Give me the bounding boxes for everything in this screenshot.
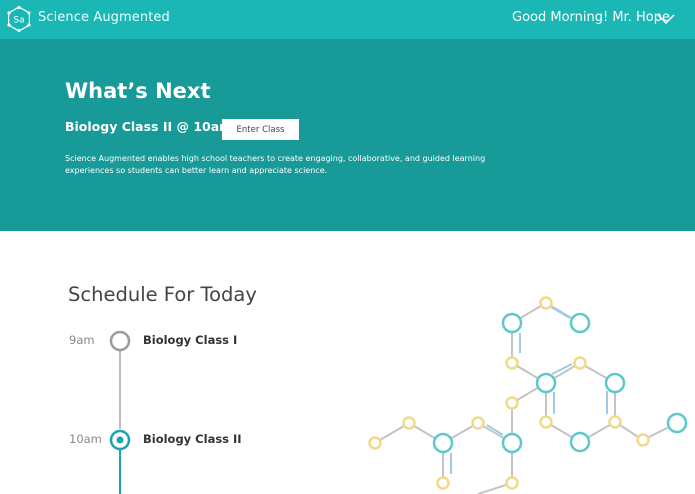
logo-icon[interactable]: Sa <box>6 6 32 32</box>
logo-text: Sa <box>13 16 24 26</box>
molecule-illustration <box>368 296 688 494</box>
schedule-title: Schedule For Today <box>68 283 257 306</box>
next-class-label: Biology Class II @ 10am <box>65 119 233 134</box>
schedule-timeline <box>109 330 131 494</box>
timeline-node-current-dot <box>116 436 124 444</box>
app-title[interactable]: Science Augmented <box>38 10 170 25</box>
schedule-time: 10am <box>69 432 102 446</box>
schedule-class[interactable]: Biology Class II <box>143 432 242 446</box>
whats-next-panel <box>0 39 695 231</box>
chevron-down-icon[interactable] <box>657 14 675 24</box>
greeting: Good Morning! Mr. Hope <box>512 10 670 25</box>
hero-description: Science Augmented enables high school te… <box>65 154 486 175</box>
enter-class-button[interactable]: Enter Class <box>222 119 299 140</box>
hero-title: What’s Next <box>65 79 211 103</box>
schedule-time: 9am <box>69 333 95 347</box>
schedule-class[interactable]: Biology Class I <box>143 333 237 347</box>
timeline-node-past <box>109 330 131 352</box>
